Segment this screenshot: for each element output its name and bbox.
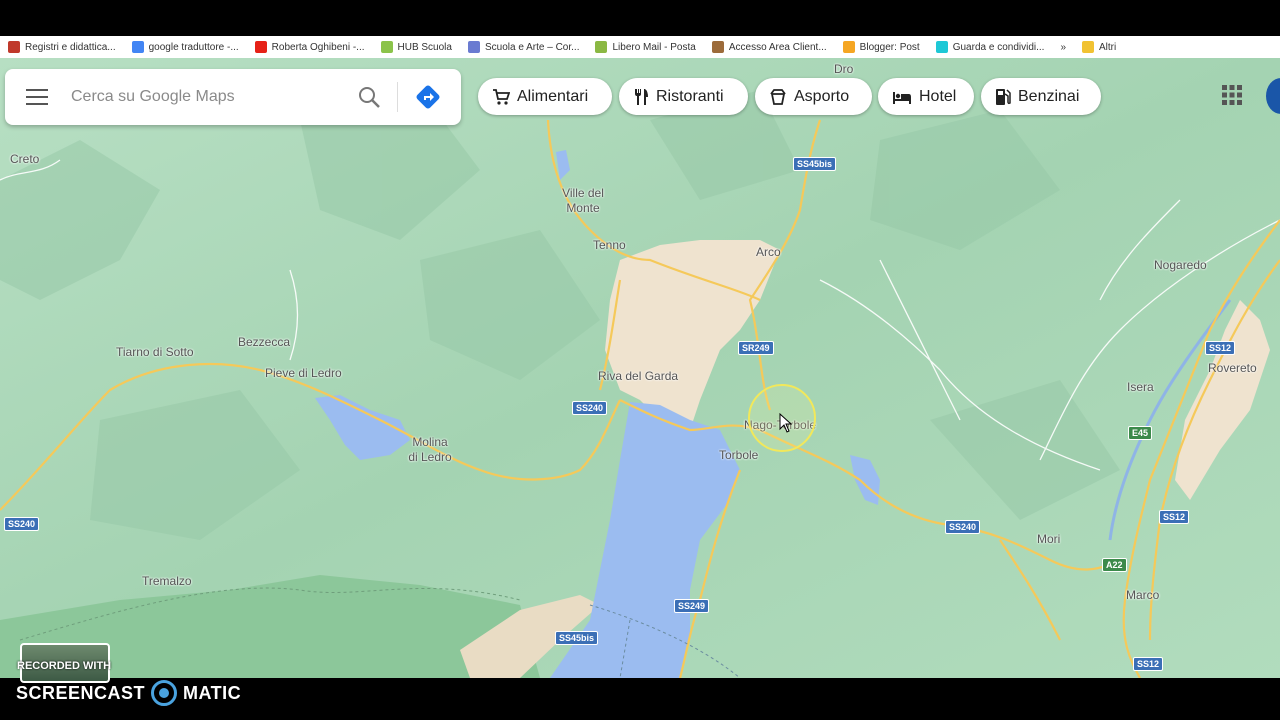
chip-label: Benzinai — [1018, 87, 1080, 105]
bookmark-item[interactable]: Roberta Oghibeni -... — [254, 41, 365, 53]
bookmark-item[interactable]: google traduttore -... — [131, 41, 239, 53]
brand-right: MATIC — [183, 682, 242, 703]
bookmark-label: Libero Mail - Posta — [612, 41, 696, 53]
bookmark-label: » — [1060, 41, 1066, 53]
building-icon — [711, 41, 724, 53]
menu-icon — [26, 89, 48, 105]
bookmark-item[interactable]: Guarda e condividi... — [935, 41, 1045, 53]
blogger-icon — [842, 41, 855, 53]
record-dot-icon — [151, 680, 178, 706]
bookmark-item[interactable]: Accesso Area Client... — [711, 41, 827, 53]
map-terrain — [0, 58, 1280, 678]
road-shield: A22 — [1102, 558, 1127, 572]
bookmark-label: google traduttore -... — [148, 41, 239, 53]
place-label: Dro — [834, 62, 854, 76]
place-label: Tremalzo — [142, 574, 192, 588]
menu-button[interactable] — [5, 69, 69, 125]
browser-top-bar — [0, 0, 1280, 40]
red-square-icon — [8, 41, 20, 53]
bookmark-item[interactable]: » — [1060, 42, 1066, 53]
directions-button[interactable] — [406, 75, 450, 119]
chip-label: Ristoranti — [656, 87, 724, 105]
road-shield: SS12 — [1159, 510, 1190, 524]
libero-icon — [595, 41, 608, 53]
road-shield: SS12 — [1133, 657, 1164, 671]
brand-left: SCREENCAST — [16, 682, 146, 703]
mouse-pointer-icon — [779, 413, 793, 433]
road-shield: SS240 — [945, 520, 981, 534]
chip-hotel[interactable]: Hotel — [878, 78, 974, 115]
place-label: Riva del Garda — [598, 369, 679, 383]
road-shield: SS240 — [4, 517, 40, 531]
chip-ristoranti[interactable]: Ristoranti — [619, 78, 748, 115]
bookmark-label: Roberta Oghibeni -... — [271, 41, 365, 53]
place-label: Tenno — [593, 238, 626, 252]
directions-icon — [416, 85, 440, 109]
road-shield: SS12 — [1205, 341, 1236, 355]
search-box — [5, 69, 461, 125]
google-g-icon — [131, 41, 144, 53]
apps-button[interactable] — [1218, 80, 1246, 110]
bookmark-label: Accesso Area Client... — [728, 41, 827, 53]
place-label: Tiarno di Sotto — [116, 345, 194, 359]
place-label: Rovereto — [1208, 361, 1257, 375]
search-icon — [359, 87, 380, 108]
hub-icon — [380, 41, 393, 53]
bookmark-item[interactable]: Blogger: Post — [842, 41, 920, 53]
chip-label: Hotel — [919, 87, 957, 105]
bookmark-item[interactable]: Altri — [1082, 41, 1116, 53]
screencast-logo: SCREENCAST MATIC — [16, 680, 241, 706]
place-label: Arco — [756, 245, 781, 259]
bookmark-item[interactable]: HUB Scuola — [380, 41, 452, 53]
place-label: di Ledro — [408, 450, 452, 464]
chip-label: Alimentari — [517, 87, 589, 105]
bookmark-label: Guarda e condividi... — [952, 41, 1045, 53]
bed-icon — [893, 91, 911, 104]
place-label: Pieve di Ledro — [265, 366, 342, 380]
place-label: Bezzecca — [238, 335, 291, 349]
chip-label: Asporto — [794, 87, 850, 105]
chip-alimentari[interactable]: Alimentari — [478, 78, 612, 115]
bookmark-item[interactable]: Scuola e Arte – Cor... — [467, 41, 580, 53]
place-label: Creto — [10, 152, 40, 166]
place-label: Isera — [1127, 380, 1154, 394]
bookmark-label: Altri — [1099, 41, 1117, 53]
bookmark-label: Registri e didattica... — [25, 41, 116, 53]
place-label: Nogaredo — [1154, 258, 1207, 272]
search-separator — [397, 82, 398, 112]
map-canvas[interactable] — [0, 58, 1280, 678]
place-label: Marco — [1126, 588, 1160, 602]
share-icon — [935, 41, 948, 53]
cart-icon — [493, 88, 510, 105]
road-shield: SR249 — [738, 341, 774, 355]
search-input[interactable] — [69, 87, 343, 107]
bookmark-label: HUB Scuola — [397, 41, 452, 53]
takeout-icon — [770, 88, 786, 105]
place-label: Ville del — [562, 186, 604, 200]
bookmark-item[interactable]: Libero Mail - Posta — [595, 41, 696, 53]
place-label: Molina — [412, 435, 448, 449]
search-button[interactable] — [349, 77, 389, 117]
road-shield: SS45bis — [793, 157, 837, 171]
road-shield: SS240 — [572, 401, 608, 415]
place-label: Monte — [566, 201, 600, 215]
folder-icon — [1082, 41, 1094, 53]
road-shield: SS45bis — [555, 631, 599, 645]
road-shield: E45 — [1128, 426, 1153, 440]
bookmarks-bar: Registri e didattica... google traduttore… — [0, 36, 1280, 58]
bookmark-item[interactable]: Registri e didattica... — [8, 41, 116, 53]
scuola-icon — [467, 41, 480, 53]
place-label: Mori — [1037, 532, 1061, 546]
recorded-with-label: RECORDED WITH — [17, 660, 112, 672]
bookmark-label: Scuola e Arte – Cor... — [484, 41, 580, 53]
youtube-icon — [254, 41, 267, 53]
bookmark-label: Blogger: Post — [859, 41, 920, 53]
gas-pump-icon — [996, 88, 1011, 105]
chip-benzinai[interactable]: Benzinai — [981, 78, 1101, 115]
fork-knife-icon — [635, 88, 648, 105]
apps-grid-icon — [1222, 85, 1242, 105]
chip-asporto[interactable]: Asporto — [755, 78, 872, 115]
road-shield: SS249 — [674, 599, 710, 613]
place-label: Torbole — [719, 448, 759, 462]
